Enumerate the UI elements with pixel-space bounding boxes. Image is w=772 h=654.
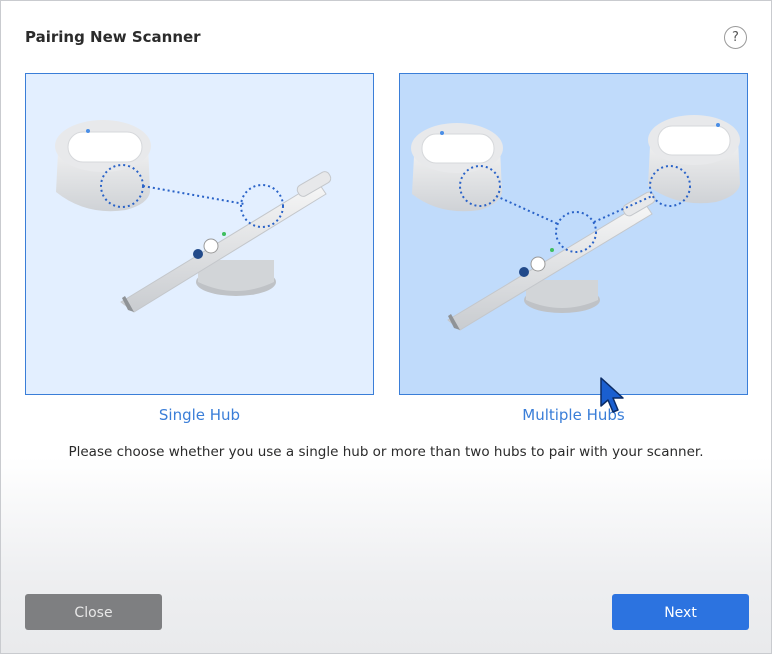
pairing-dialog: Pairing New Scanner ? Single Hub Multipl…: [0, 0, 772, 654]
multiple-hubs-label[interactable]: Multiple Hubs: [399, 406, 748, 424]
single-hub-label[interactable]: Single Hub: [25, 406, 374, 424]
option-single-hub[interactable]: [25, 73, 374, 395]
option-multiple-hubs[interactable]: [399, 73, 748, 395]
help-icon[interactable]: ?: [724, 26, 747, 49]
single-hub-illustration: [55, 120, 332, 313]
hub-device-left: [411, 123, 503, 212]
dialog-title: Pairing New Scanner: [25, 28, 201, 46]
multiple-hubs-illustration: [411, 115, 740, 331]
next-button[interactable]: Next: [612, 594, 749, 630]
instruction-text: Please choose whether you use a single h…: [68, 444, 704, 460]
hub-device-right: [648, 115, 740, 204]
hub-device: [55, 120, 151, 212]
close-button[interactable]: Close: [25, 594, 162, 630]
